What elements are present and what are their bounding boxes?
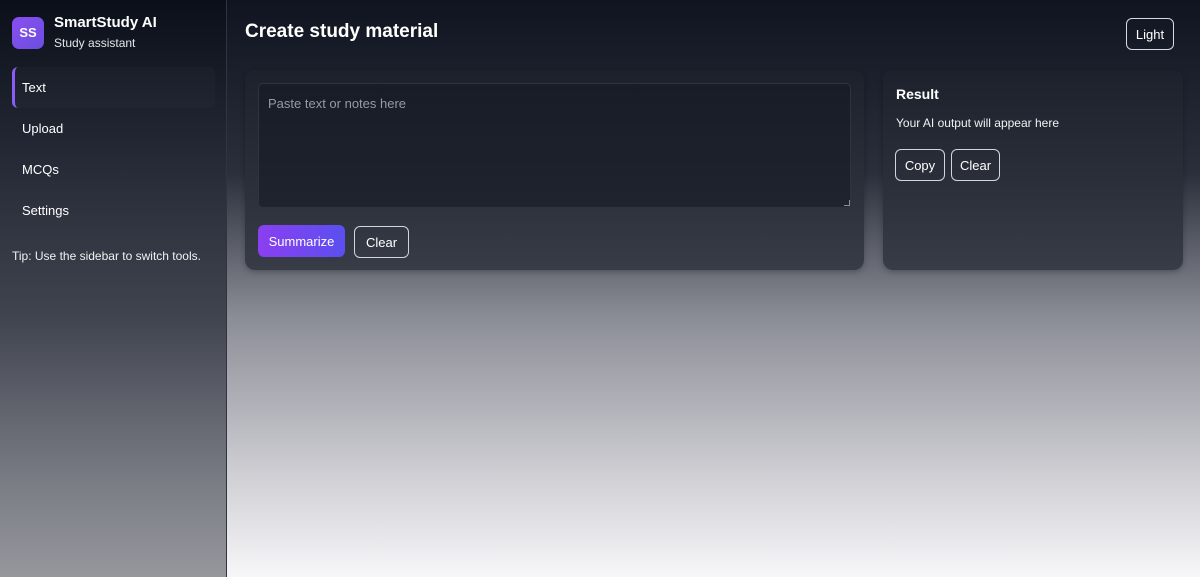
copy-button[interactable]: Copy [895, 149, 945, 181]
brand-subtitle: Study assistant [54, 36, 136, 50]
sidebar-item-label: MCQs [22, 162, 59, 177]
page-title: Create study material [245, 21, 439, 42]
input-card: Summarize Clear [245, 70, 864, 270]
result-title: Result [896, 86, 939, 102]
sidebar-item-label: Upload [22, 121, 64, 136]
brand-title: SmartStudy AI [54, 14, 157, 31]
sidebar-item-label: Text [22, 80, 46, 95]
sidebar-item-upload[interactable]: Upload [12, 108, 215, 149]
sidebar-item-text[interactable]: Text [12, 67, 215, 108]
sidebar: SS SmartStudy AI Study assistant Text Up… [0, 0, 227, 577]
result-card: Result Your AI output will appear here C… [883, 70, 1183, 270]
notes-textarea[interactable] [258, 83, 851, 208]
sidebar-item-label: Settings [22, 203, 69, 218]
brand-logo: SS [12, 16, 44, 49]
sidebar-tip: Tip: Use the sidebar to switch tools. [12, 249, 201, 263]
brand-text: SmartStudy AI Study assistant [54, 14, 157, 51]
clear-input-button[interactable]: Clear [354, 226, 409, 258]
brand: SS SmartStudy AI Study assistant [12, 14, 157, 51]
sidebar-nav: Text Upload MCQs Settings [12, 67, 215, 231]
theme-toggle-button[interactable]: Light [1126, 18, 1174, 50]
clear-result-button[interactable]: Clear [951, 149, 1000, 181]
main-content: Create study material Light Summarize Cl… [227, 0, 1200, 577]
resize-handle-icon[interactable] [844, 200, 850, 206]
summarize-button[interactable]: Summarize [258, 225, 345, 257]
sidebar-item-mcqs[interactable]: MCQs [12, 149, 215, 190]
sidebar-item-settings[interactable]: Settings [12, 190, 215, 231]
result-output: Your AI output will appear here [896, 116, 1060, 130]
